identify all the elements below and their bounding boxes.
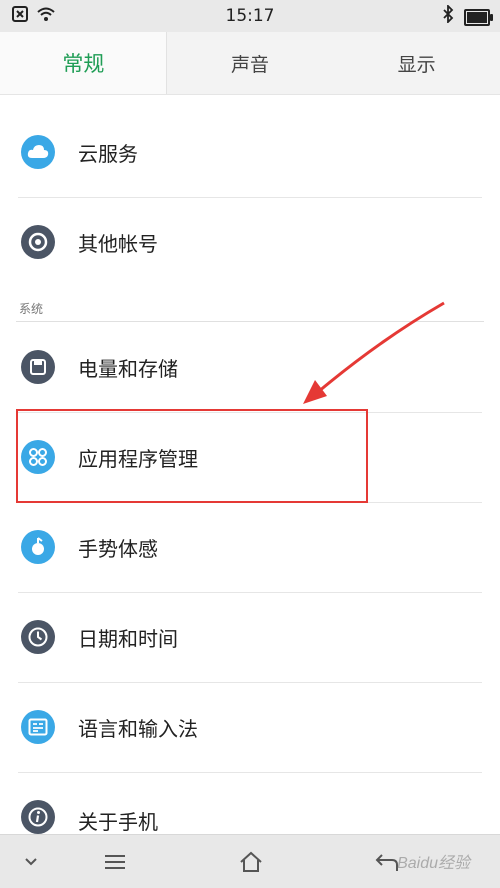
battery-icon: [464, 8, 493, 26]
storage-icon: [21, 350, 55, 384]
status-time: 15:17: [225, 6, 275, 26]
highlight-box: [16, 409, 368, 503]
navigation-bar: Baidu经验: [0, 834, 500, 888]
tab-divider: [0, 94, 500, 95]
list-item-date-time[interactable]: 日期和时间: [0, 592, 500, 682]
watermark: Baidu经验: [397, 855, 470, 872]
language-icon: [21, 710, 55, 744]
info-icon: [21, 800, 55, 834]
list-item-about-phone[interactable]: 关于手机: [0, 772, 500, 834]
clock-icon: [21, 620, 55, 654]
list-item-label: 云服务: [78, 141, 138, 166]
cloud-icon: [21, 135, 55, 169]
tab-sound[interactable]: 声音: [167, 32, 334, 94]
list-item-label: 电量和存储: [78, 356, 178, 381]
list-item-label: 语言和输入法: [78, 716, 198, 741]
chevron-down-icon[interactable]: [16, 847, 46, 877]
tab-general[interactable]: 常规: [0, 32, 167, 94]
account-icon: [21, 225, 55, 259]
list-item-cloud-service[interactable]: 云服务: [0, 107, 500, 197]
list-item-label: 手势体感: [78, 536, 158, 561]
tab-bar: 常规 声音 显示: [0, 32, 500, 94]
section-label-system: 系统: [19, 302, 44, 316]
gesture-icon: [21, 530, 55, 564]
home-icon[interactable]: [236, 847, 266, 877]
list-item-language-input[interactable]: 语言和输入法: [0, 682, 500, 772]
bluetooth-icon: [442, 3, 454, 27]
status-right: [442, 3, 493, 27]
list-item-label: 其他帐号: [78, 231, 158, 256]
list-item-battery-storage[interactable]: 电量和存储: [0, 322, 500, 412]
list-item-label: 关于手机: [78, 810, 158, 834]
list-item-gestures[interactable]: 手势体感: [0, 502, 500, 592]
status-bar: 15:17: [0, 0, 500, 32]
list-item-other-accounts[interactable]: 其他帐号: [0, 197, 500, 287]
menu-icon[interactable]: [100, 847, 130, 877]
list-item-label: 日期和时间: [78, 626, 178, 651]
tab-display[interactable]: 显示: [333, 32, 500, 94]
